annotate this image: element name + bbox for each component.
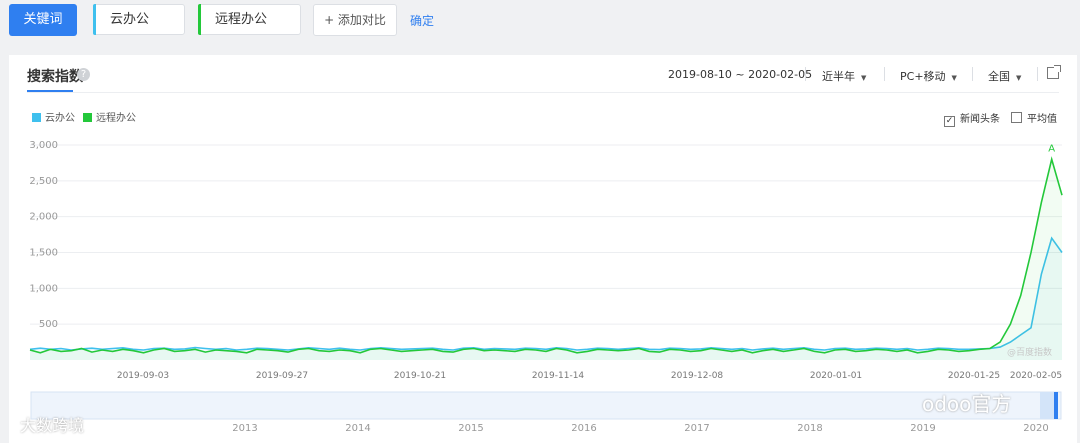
range-year-label: 2018 (797, 423, 822, 434)
x-axis-labels: 2019-09-03 2019-09-27 2019-10-21 2019-11-14… (117, 371, 1062, 381)
y-tick-label: 1,000 (29, 283, 58, 294)
y-axis-labels: 3,000 2,500 2,000 1,500 1,000 500 (29, 140, 58, 330)
chart-series (29, 156, 1063, 360)
x-tick-label: 2020-01-25 (948, 371, 1000, 381)
range-navigator[interactable] (30, 391, 1062, 420)
x-tick-label: 2019-12-08 (671, 371, 724, 381)
search-index-chart: 3,0002,5002,0001,5001,000500 2019-09-03 2… (29, 140, 1063, 434)
watermark-right: odoo官方 (922, 392, 1012, 416)
chart-grid (30, 144, 1062, 325)
range-year-label: 2016 (571, 423, 596, 434)
range-year-labels: 2013 2014 2015 2016 2017 2018 2019 2020 (232, 423, 1048, 434)
y-tick-label: 2,500 (29, 176, 58, 187)
x-tick-label: 2019-09-03 (117, 371, 169, 381)
annotation-a[interactable]: A (1048, 143, 1055, 154)
range-handle[interactable] (1054, 392, 1058, 419)
x-tick-label: 2019-10-21 (394, 371, 446, 381)
y-tick-label: 2,000 (29, 212, 58, 223)
range-year-label: 2020 (1023, 423, 1048, 434)
series-area (30, 238, 1062, 360)
x-tick-label: 2019-09-27 (256, 371, 308, 381)
range-year-label: 2014 (345, 423, 370, 434)
range-year-label: 2019 (910, 423, 935, 434)
y-tick-label: 3,000 (29, 140, 58, 151)
baidu-index-watermark: @百度指数 (1007, 346, 1052, 358)
watermark-left: 大数跨境 (20, 416, 85, 435)
range-year-label: 2017 (684, 423, 709, 434)
series-area (30, 159, 1062, 360)
range-year-label: 2013 (232, 423, 257, 434)
x-tick-label: 2020-01-01 (810, 371, 862, 381)
series-line[interactable] (29, 236, 1063, 351)
x-tick-label: 2019-11-14 (532, 371, 585, 381)
y-tick-label: 500 (39, 319, 58, 330)
y-tick-label: 1,500 (29, 248, 58, 259)
x-tick-label: 2020-02-05 (1010, 371, 1062, 381)
range-year-label: 2015 (458, 423, 483, 434)
